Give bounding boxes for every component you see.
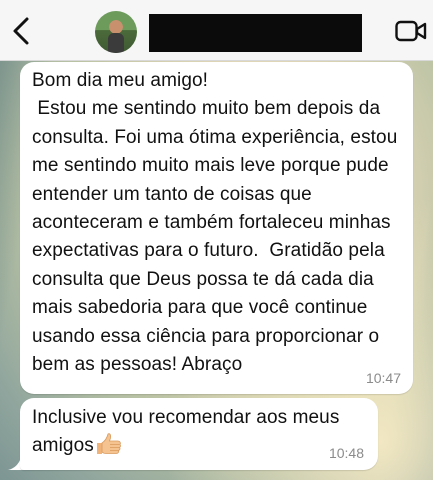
incoming-message-bubble[interactable]: Inclusive vou recomendar aos meus amigos… — [20, 398, 378, 470]
chevron-left-icon[interactable] — [9, 16, 35, 46]
message-timestamp: 10:48 — [328, 445, 364, 461]
avatar-figure — [108, 33, 124, 53]
message-text: Bom dia meu amigo! Estou me sentindo mui… — [32, 70, 398, 376]
chat-header — [0, 0, 433, 61]
avatar[interactable] — [95, 11, 137, 53]
video-camera-icon[interactable] — [395, 20, 427, 42]
message-timestamp: 10:47 — [365, 370, 401, 386]
incoming-message-bubble[interactable]: Bom dia meu amigo! Estou me sentindo mui… — [20, 62, 413, 394]
message-text: Inclusive vou recomendar aos meus amigos — [32, 404, 368, 461]
message-text-content: Inclusive vou recomendar aos meus amigos — [32, 407, 345, 457]
thumbs-up-emoji-icon — [96, 433, 121, 455]
contact-name-redacted[interactable] — [149, 14, 362, 52]
